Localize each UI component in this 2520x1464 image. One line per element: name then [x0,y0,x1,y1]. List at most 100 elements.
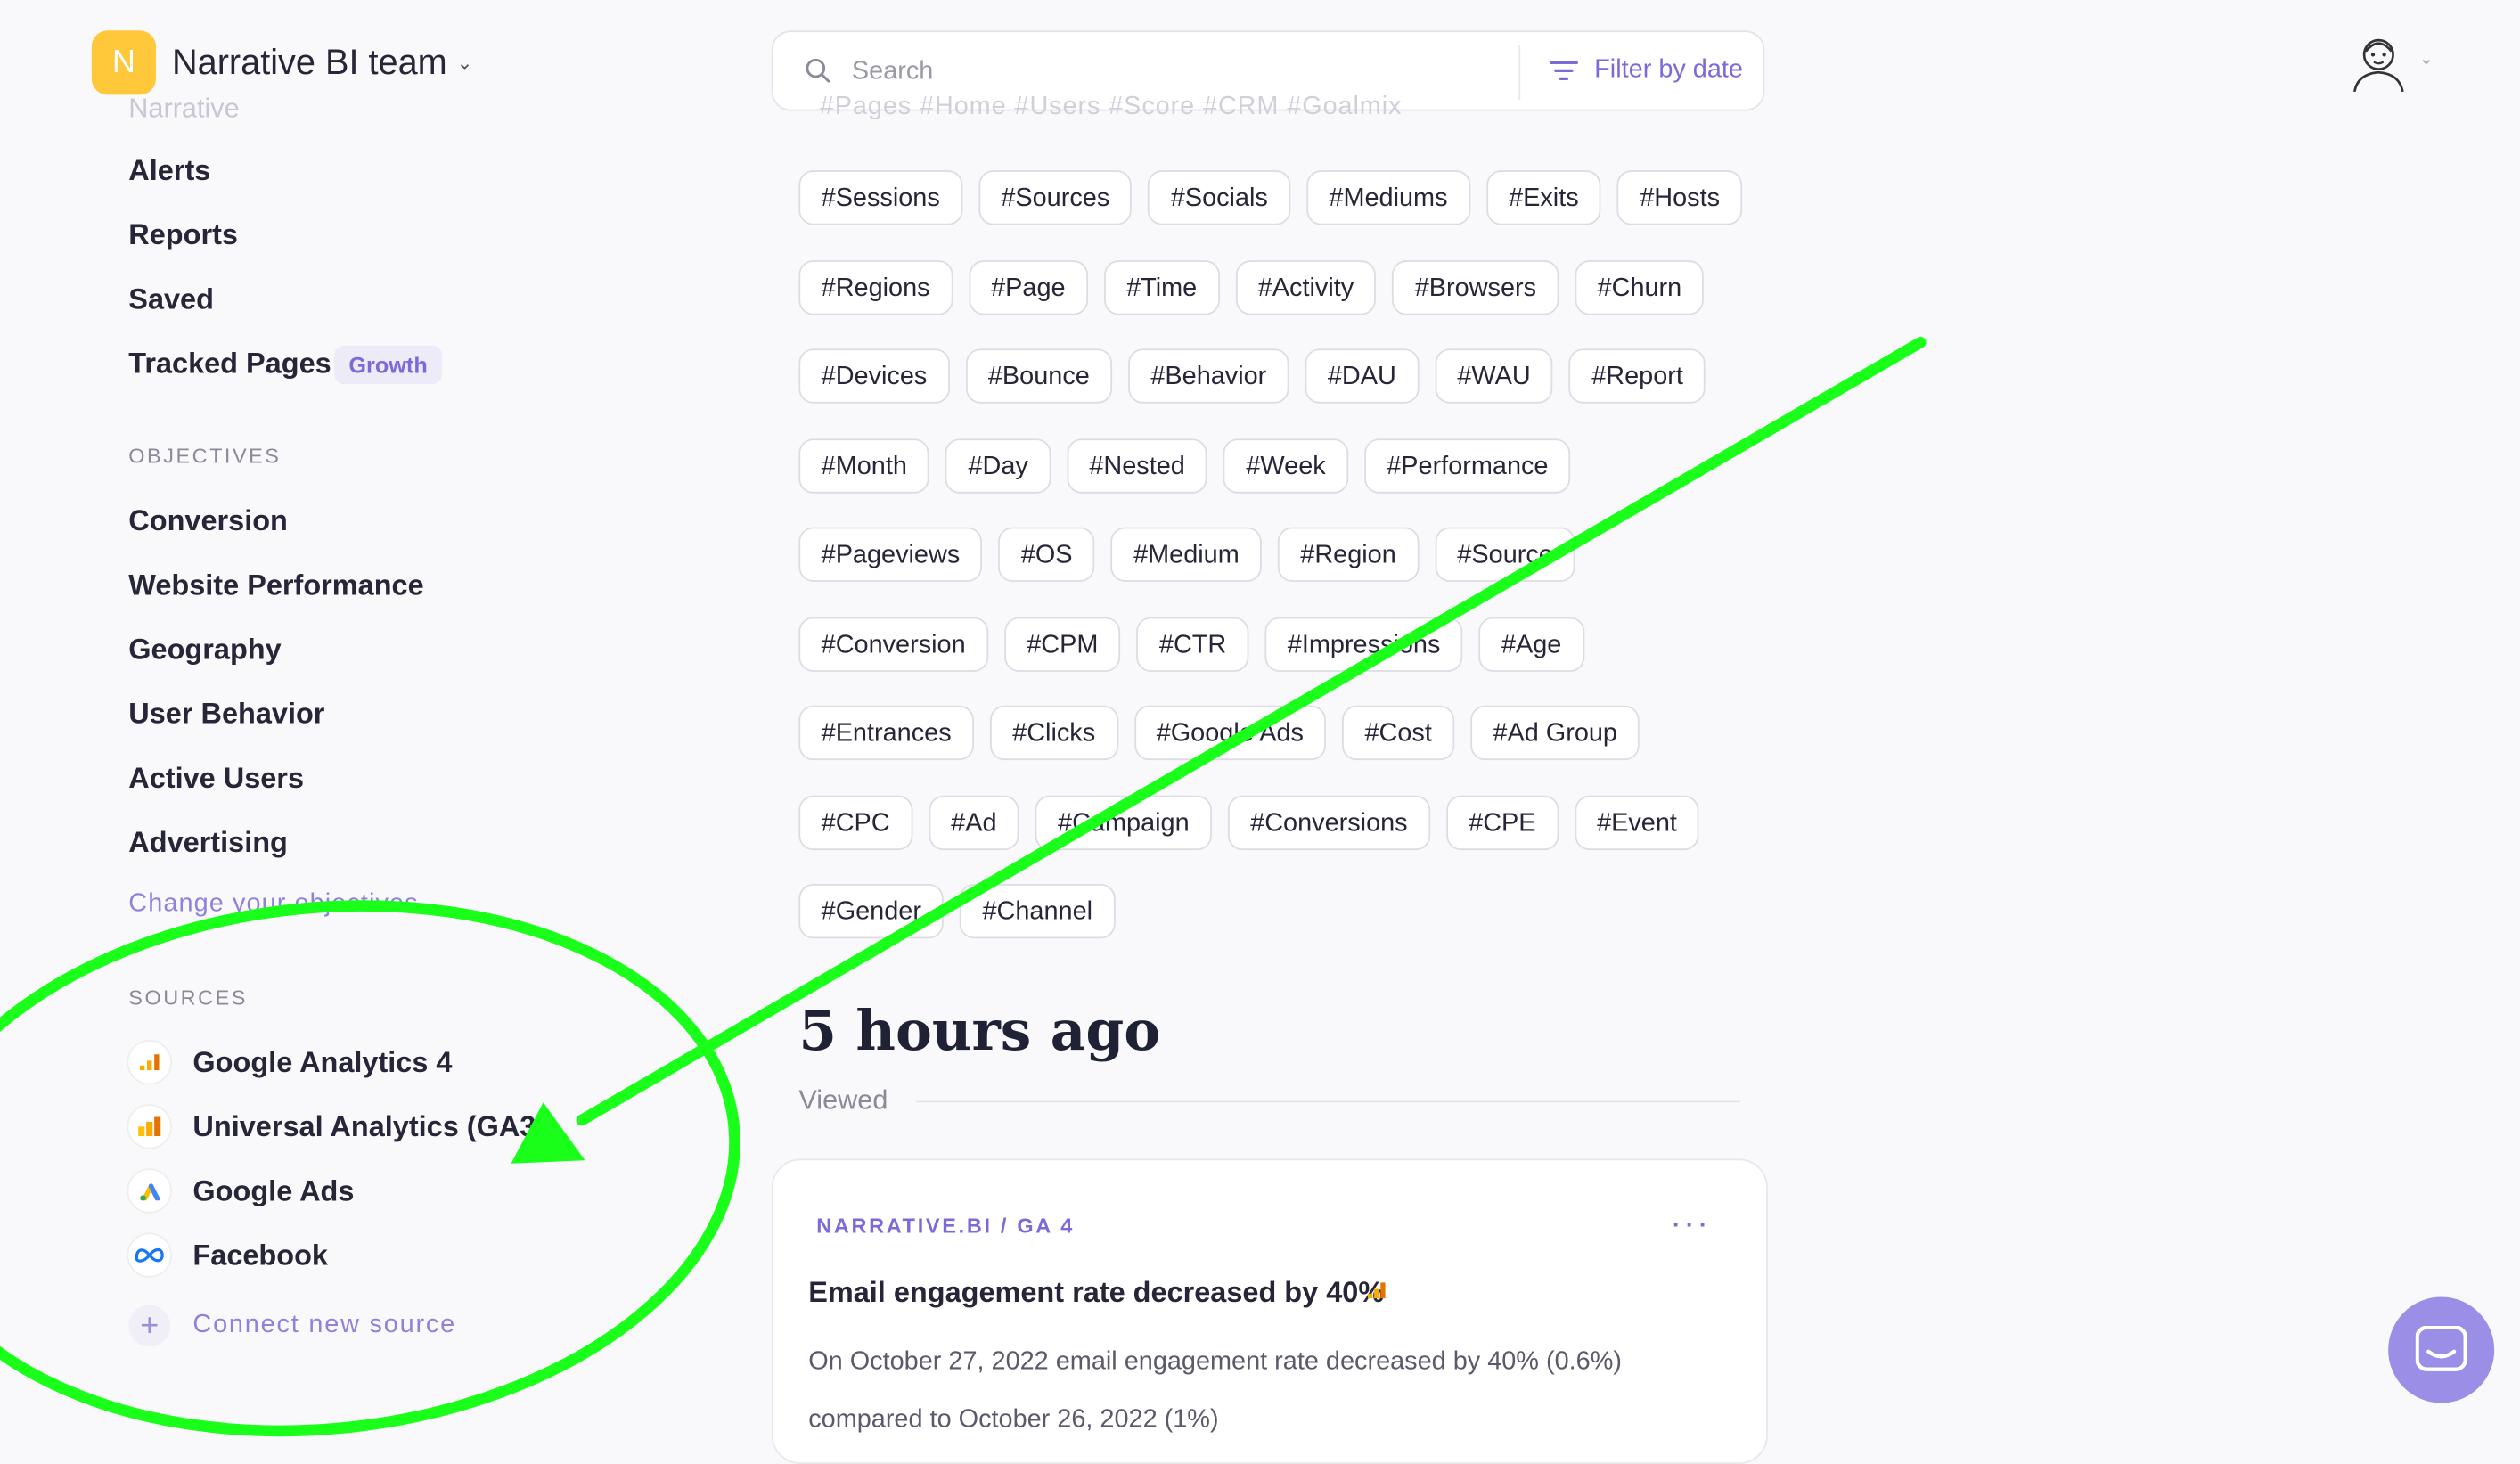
tag-chip[interactable]: #Bounce [965,348,1113,404]
tag-chip[interactable]: #Impressions [1264,616,1463,672]
tag-chip[interactable]: #Report [1568,348,1706,404]
team-name: Narrative BI team [171,41,447,82]
sidebar-item-user-behavior[interactable]: User Behavior [128,698,324,732]
tag-chip[interactable]: #Medium [1110,527,1263,582]
connect-new-source-button[interactable]: + Connect new source [128,1305,456,1347]
tag-chip[interactable]: #Browsers [1392,259,1559,315]
user-avatar[interactable] [2350,32,2408,94]
annotation-ellipse [0,900,740,1437]
tag-chip[interactable]: #Devices [798,348,950,404]
tag-chip[interactable]: #Month [798,438,930,493]
source-label: Facebook [192,1238,328,1271]
timeline-subheading: Viewed [798,1084,888,1116]
sidebar-item-tracked-pages[interactable]: Tracked Pages [128,348,331,381]
tag-row-faded: #Pages #Home #Users #Score #CRM #Goalmix [819,93,1403,121]
tag-chip[interactable]: #Hosts [1616,170,1743,225]
timeline-heading: 5 hours ago [798,999,1161,1064]
tag-chip[interactable]: #Gender [798,883,945,939]
tag-chip[interactable]: #Clicks [989,705,1118,761]
card-source: NARRATIVE.BI / GA 4 [816,1213,1076,1238]
chevron-down-icon[interactable]: ⌄ [2418,48,2434,70]
growth-badge: Growth [334,345,442,385]
divider [1518,45,1521,100]
filter-by-date-button[interactable]: Filter by date [1549,32,1743,110]
source-google-ads[interactable]: Google Ads [128,1170,354,1212]
search-icon [806,58,830,83]
tag-chip[interactable]: #Behavior [1128,348,1289,404]
tag-chip[interactable]: #Sessions [798,170,963,225]
sidebar-item-advertising[interactable]: Advertising [128,826,288,860]
tag-chip[interactable]: #Cost [1342,705,1455,761]
google-analytics-icon [128,1041,171,1084]
tag-chip[interactable]: #CPM [1003,616,1121,672]
tag-chip[interactable]: #Time [1103,259,1220,315]
sidebar-item-saved[interactable]: Saved [128,282,214,316]
chat-launcher-button[interactable] [2388,1296,2495,1403]
sidebar-item-ghost: Narrative [128,93,240,124]
tag-chip[interactable]: #Conversion [798,616,988,672]
tag-chip[interactable]: #Ad [928,794,1019,850]
sidebar-item-reports[interactable]: Reports [128,218,238,252]
tag-chip[interactable]: #CPC [798,794,912,850]
tag-chip[interactable]: #Conversions [1227,794,1430,850]
tag-chip[interactable]: #Nested [1067,438,1208,493]
tag-chip[interactable]: #Week [1223,438,1348,493]
divider [916,1100,1741,1103]
source-label: Google Ads [192,1174,355,1206]
sidebar-item-website-performance[interactable]: Website Performance [128,568,423,602]
sidebar-item-geography[interactable]: Geography [128,634,281,667]
tag-chip[interactable]: #Source [1435,527,1576,582]
card-title: Email engagement rate decreased by 40% [808,1276,1385,1309]
tag-chip[interactable]: #Page [968,259,1088,315]
chat-icon [2415,1325,2467,1371]
change-objectives-link[interactable]: Change your objectives [128,890,418,919]
sources-heading: SOURCES [128,985,248,1010]
tag-chip[interactable]: #Day [945,438,1051,493]
tag-chip[interactable]: #Google Ads [1133,705,1327,761]
tag-chip[interactable]: #Entrances [798,705,974,761]
tag-chip[interactable]: #Mediums [1306,170,1470,225]
filter-label: Filter by date [1594,56,1743,84]
tag-chip[interactable]: #Regions [798,259,953,315]
tag-chip[interactable]: #Socials [1148,170,1291,225]
plus-icon: + [128,1305,171,1347]
tag-chip[interactable]: #Age [1478,616,1584,672]
tag-chip[interactable]: #DAU [1305,348,1420,404]
tag-chip[interactable]: #CPE [1445,794,1559,850]
sidebar-item-conversion[interactable]: Conversion [128,504,288,538]
tag-chip[interactable]: #Performance [1363,438,1571,493]
team-switcher[interactable]: N Narrative BI team ⌄ [91,30,473,95]
google-analytics-icon [1367,1282,1386,1299]
team-logo: N [91,30,156,95]
objectives-heading: OBJECTIVES [128,443,282,468]
tag-chip[interactable]: #Campaign [1035,794,1212,850]
connect-label: Connect new source [192,1311,456,1339]
tag-chip[interactable]: #Activity [1235,259,1377,315]
tag-chip[interactable]: #Event [1574,794,1700,850]
tag-chip[interactable]: #Pageviews [798,527,983,582]
tag-chip[interactable]: #Churn [1575,259,1705,315]
source-facebook[interactable]: Facebook [128,1234,328,1277]
tag-chip[interactable]: #Ad Group [1470,705,1640,761]
tag-chip[interactable]: #WAU [1435,348,1553,404]
source-label: Google Analytics 4 [192,1045,453,1078]
meta-icon [128,1234,171,1277]
tag-chip[interactable]: #CTR [1136,616,1249,672]
filter-icon [1549,61,1578,80]
insight-card[interactable]: NARRATIVE.BI / GA 4 ··· Email engagement… [771,1158,1768,1464]
sidebar-item-active-users[interactable]: Active Users [128,762,304,796]
tag-chip[interactable]: #Exits [1485,170,1601,225]
source-universal-analytics[interactable]: Universal Analytics (GA3) [128,1105,546,1148]
more-options-icon[interactable]: ··· [1670,1202,1710,1244]
source-google-analytics-4[interactable]: Google Analytics 4 [128,1041,453,1084]
source-label: Universal Analytics (GA3) [192,1109,546,1142]
tag-chip[interactable]: #OS [998,527,1095,582]
google-ads-icon [128,1170,171,1212]
tag-chip[interactable]: #Region [1278,527,1420,582]
chevron-down-icon: ⌄ [456,51,473,74]
universal-analytics-icon [128,1105,171,1148]
tag-chip[interactable]: #Sources [978,170,1133,225]
tag-chip[interactable]: #Channel [960,883,1116,939]
card-body: On October 27, 2022 email engagement rat… [808,1348,1622,1434]
sidebar-item-alerts[interactable]: Alerts [128,154,210,188]
